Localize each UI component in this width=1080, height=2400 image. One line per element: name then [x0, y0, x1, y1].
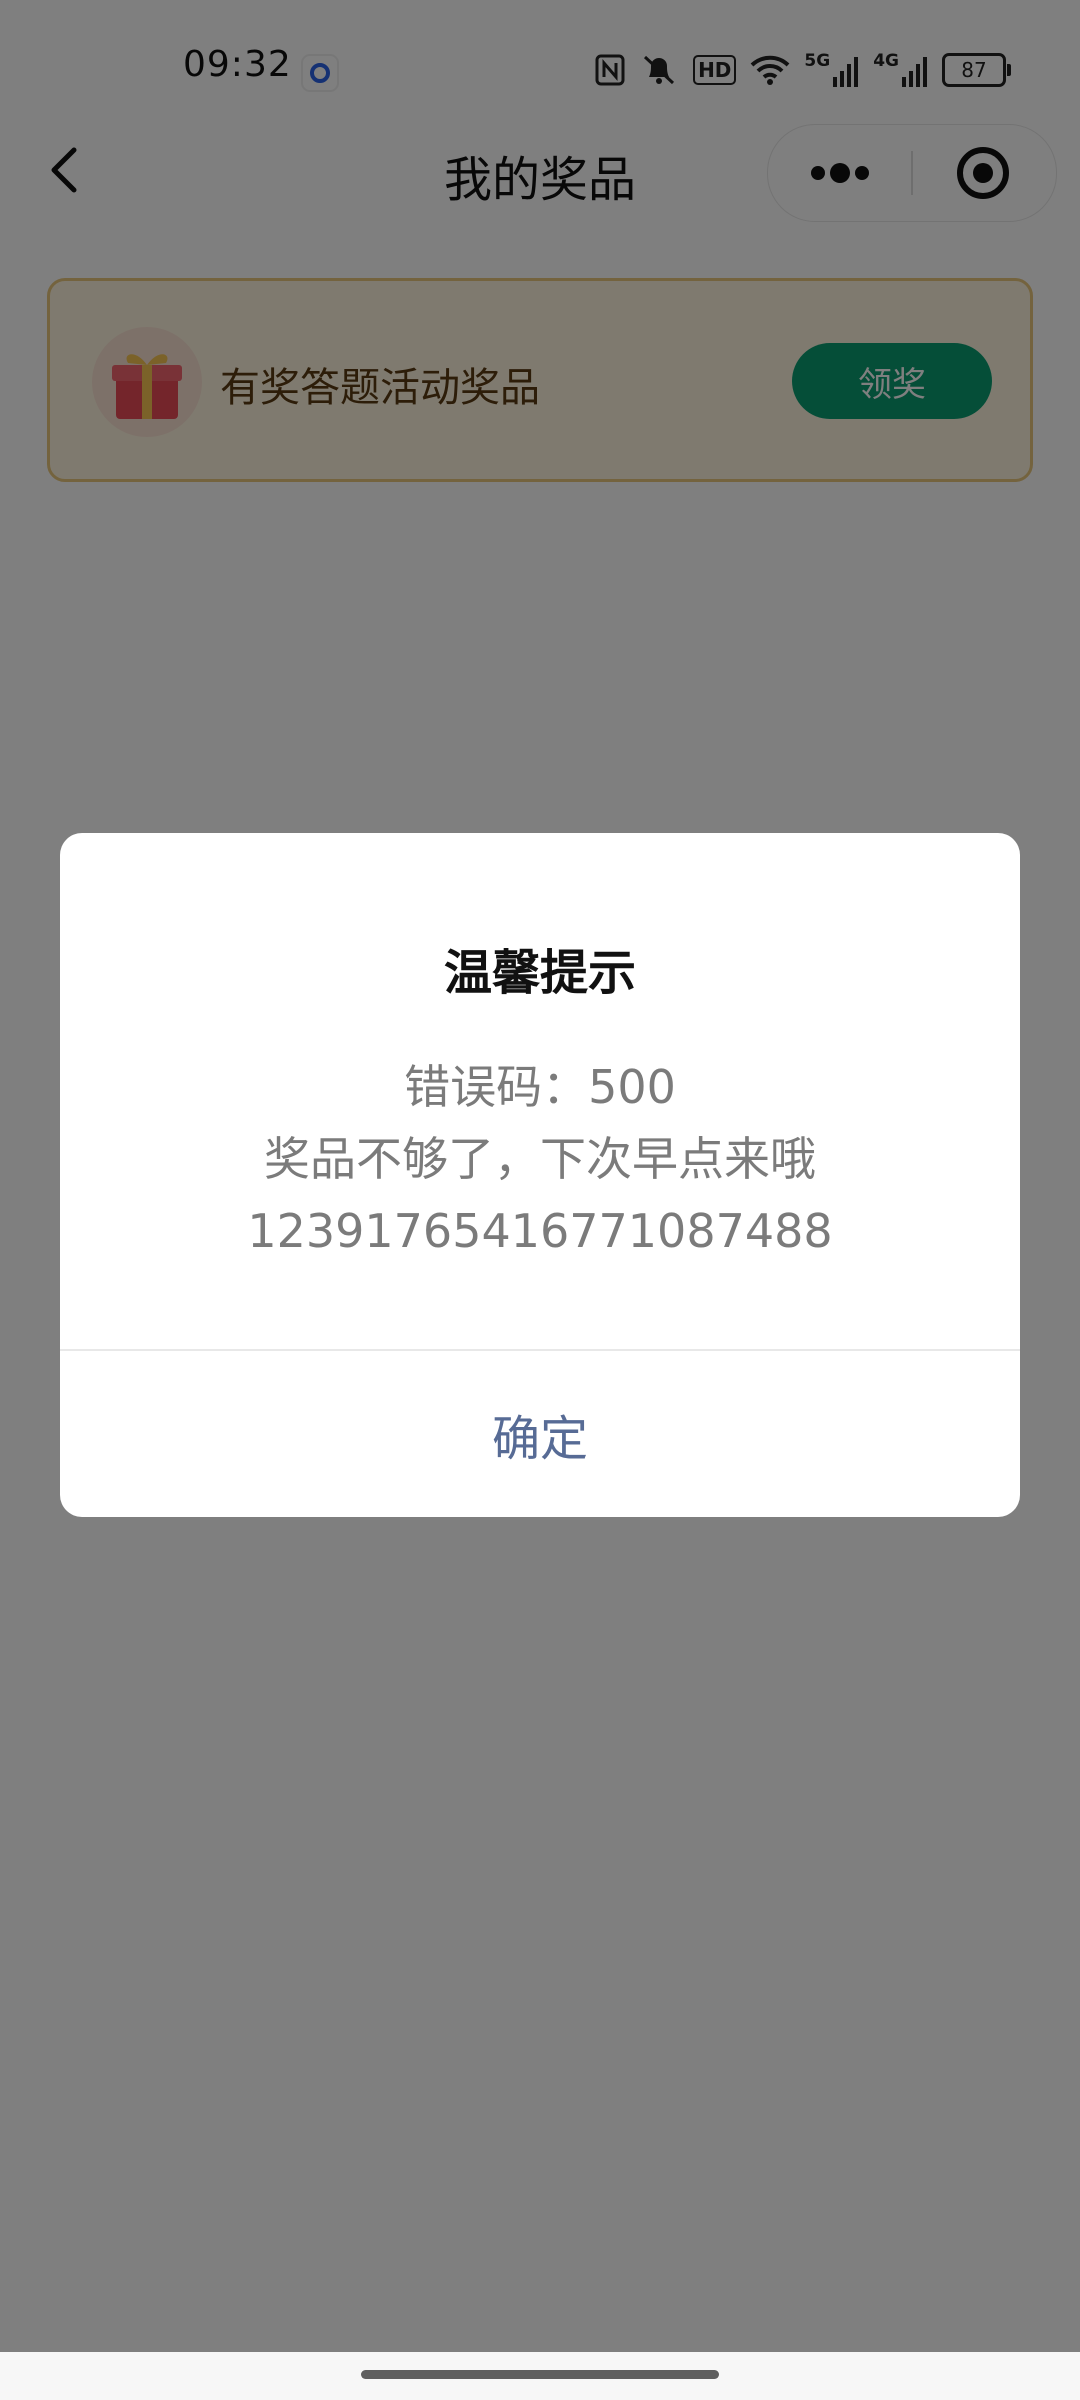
dialog-message: 错误码：500 奖品不够了，下次早点来哦 1239176541677108748…: [60, 1051, 1020, 1267]
error-code-line: 错误码：500: [404, 1060, 676, 1114]
error-id-line: 1239176541677108748​8: [247, 1204, 833, 1258]
error-message-line: 奖品不够了，下次早点来哦: [264, 1132, 816, 1186]
dialog-title: 温馨提示: [443, 945, 636, 1001]
alert-dialog: 温馨提示 错误码：500 奖品不够了，下次早点来哦 12391765416771…: [60, 833, 1020, 1517]
confirm-button[interactable]: 确定: [60, 1351, 1020, 1517]
home-indicator[interactable]: [361, 2370, 719, 2379]
